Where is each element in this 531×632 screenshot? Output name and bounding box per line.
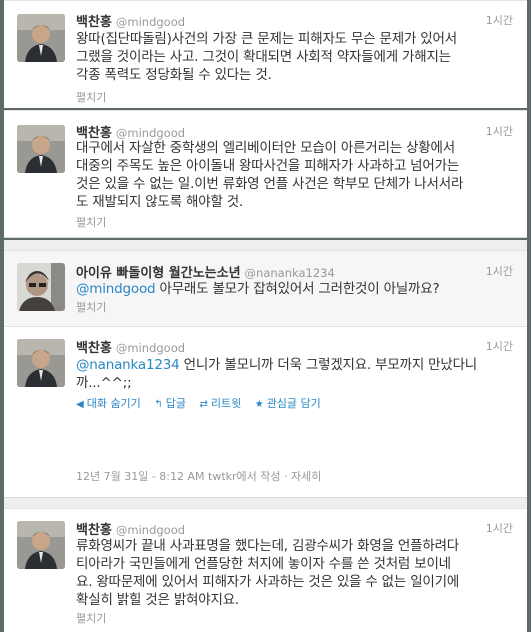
tweet-card[interactable]: 백찬홍 @mindgood 1시간 왕따(집단따돌림)사건의 가장 큰 문제는 피… [4, 0, 527, 108]
tweet-card[interactable]: 아이유 빠돌이형 월간노는소년 @nananka1234 1시간 @mindgoo… [4, 250, 527, 326]
star-icon: ★ [254, 399, 264, 410]
tweet-text: 류화영씨가 끝내 사과표명을 했다는데, 김광수씨가 화영을 언플하려다 티아라가… [76, 538, 460, 608]
conversation-separator [4, 240, 527, 250]
author-name[interactable]: 백찬홍 @mindgood [76, 337, 185, 356]
timestamp[interactable]: 1시간 [486, 123, 513, 139]
timestamp[interactable]: 1시간 [486, 263, 513, 279]
mention-link[interactable]: @mindgood [76, 281, 156, 297]
author-handle[interactable]: @nananka1234 [245, 266, 335, 280]
author-handle[interactable]: @mindgood [116, 126, 185, 140]
tweet-text: 왕따(집단따돌림)사건의 가장 큰 문제는 피해자도 무슨 문제가 있어서 그랬을… [76, 31, 457, 83]
timestamp[interactable]: 1시간 [486, 520, 513, 536]
retweet-icon: ⇄ [199, 399, 208, 410]
reply-icon: ↰ [154, 399, 163, 410]
tweet-text: @mindgood 아무래도 볼모가 잡혀있어서 그러한것이 아닐까요? [76, 281, 440, 297]
avatar[interactable] [17, 521, 65, 569]
tweet-text: @nananka1234 언니가 볼모니까 더욱 그렇겠지요. 부모까지 만났다… [76, 357, 478, 391]
avatar[interactable] [17, 263, 65, 311]
tweet-card[interactable]: 백찬홍 @mindgood 1시간 류화영씨가 끝내 사과표명을 했다는데, 김광… [4, 508, 527, 632]
favorite-button[interactable]: ★ 관심글 담기 [255, 397, 321, 410]
tweet-actions: ◀ 대화 숨기기 ↰ 답글 ⇄ 리트윗 ★ 관심글 담기 [76, 395, 331, 411]
hide-conversation-button[interactable]: ◀ 대화 숨기기 [76, 397, 141, 410]
tweet-text: 대구에서 자살한 중학생의 엘리베이터안 모습이 아른거리는 상황에서 대중의 주… [76, 140, 464, 210]
tweet-meta[interactable]: 12년 7월 31일 - 8:12 AM twtkr에서 작성 · 자세히 [76, 468, 321, 484]
author-handle[interactable]: @mindgood [116, 523, 185, 537]
tweet-card[interactable]: 백찬홍 @mindgood 1시간 대구에서 자살한 중학생의 엘리베이터안 모습… [4, 110, 527, 238]
avatar[interactable] [17, 125, 65, 173]
expand-link[interactable]: 펼치기 [76, 610, 106, 626]
retweet-button[interactable]: ⇄ 리트윗 [199, 397, 241, 410]
avatar[interactable] [17, 339, 65, 387]
avatar[interactable] [17, 14, 65, 62]
tweet-card-expanded[interactable]: 백찬홍 @mindgood 1시간 @nananka1234 언니가 볼모니까 더… [4, 326, 527, 498]
author-name[interactable]: 백찬홍 @mindgood [76, 519, 185, 538]
timestamp[interactable]: 1시간 [486, 338, 513, 354]
author-handle[interactable]: @mindgood [116, 341, 185, 355]
mention-link[interactable]: @nananka1234 [76, 357, 180, 373]
author-handle[interactable]: @mindgood [116, 15, 185, 29]
expand-link[interactable]: 펼치기 [76, 299, 106, 315]
expand-link[interactable]: 펼치기 [76, 89, 106, 105]
conversation-separator [4, 498, 527, 508]
timestamp[interactable]: 1시간 [486, 12, 513, 28]
author-name[interactable]: 아이유 빠돌이형 월간노는소년 @nananka1234 [76, 262, 335, 281]
author-name[interactable]: 백찬홍 @mindgood [76, 11, 185, 30]
reply-button[interactable]: ↰ 답글 [154, 397, 186, 410]
expand-link[interactable]: 펼치기 [76, 214, 106, 230]
arrow-icon: ◀ [76, 399, 84, 410]
